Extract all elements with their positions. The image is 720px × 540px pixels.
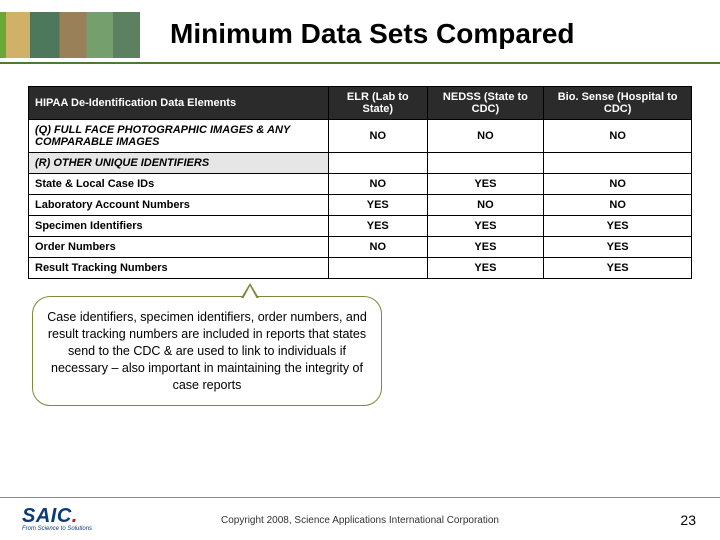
row-value: NO [427, 195, 544, 216]
row-value: YES [544, 258, 692, 279]
slide: Minimum Data Sets Compared HIPAA De-Iden… [0, 0, 720, 540]
row-value: NO [329, 174, 428, 195]
row-value: NO [544, 195, 692, 216]
logo-tagline: From Science to Solutions [22, 526, 92, 532]
row-value: NO [544, 120, 692, 153]
row-label: (Q) FULL FACE PHOTOGRAPHIC IMAGES & ANY … [29, 120, 329, 153]
row-value: YES [544, 237, 692, 258]
row-value [544, 153, 692, 174]
row-value [329, 153, 428, 174]
row-value: NO [329, 237, 428, 258]
row-label: (R) OTHER UNIQUE IDENTIFIERS [29, 153, 329, 174]
table-row: Order NumbersNOYESYES [29, 237, 692, 258]
header-elr: ELR (Lab to State) [329, 87, 428, 120]
table-row: (R) OTHER UNIQUE IDENTIFIERS [29, 153, 692, 174]
page-number: 23 [680, 512, 696, 528]
header-biosense: Bio. Sense (Hospital to CDC) [544, 87, 692, 120]
row-value: NO [329, 120, 428, 153]
comparison-table: HIPAA De-Identification Data Elements EL… [28, 86, 692, 279]
row-value: YES [544, 216, 692, 237]
bottom-rule [0, 497, 720, 498]
row-label: Specimen Identifiers [29, 216, 329, 237]
table-row: (Q) FULL FACE PHOTOGRAPHIC IMAGES & ANY … [29, 120, 692, 153]
row-label: Laboratory Account Numbers [29, 195, 329, 216]
table-header-row: HIPAA De-Identification Data Elements EL… [29, 87, 692, 120]
table-row: Laboratory Account NumbersYESNONO [29, 195, 692, 216]
banner-photo [6, 12, 140, 58]
row-value: YES [329, 216, 428, 237]
row-value: YES [427, 216, 544, 237]
row-value [329, 258, 428, 279]
top-rule [0, 62, 720, 64]
row-label: Order Numbers [29, 237, 329, 258]
row-value: NO [544, 174, 692, 195]
table-row: Specimen IdentifiersYESYESYES [29, 216, 692, 237]
row-label: Result Tracking Numbers [29, 258, 329, 279]
callout-bubble: Case identifiers, specimen identifiers, … [32, 296, 382, 406]
copyright-text: Copyright 2008, Science Applications Int… [0, 515, 720, 526]
row-value: YES [427, 237, 544, 258]
row-value: YES [329, 195, 428, 216]
table-row: State & Local Case IDsNOYESNO [29, 174, 692, 195]
row-value [427, 153, 544, 174]
slide-title: Minimum Data Sets Compared [170, 18, 700, 50]
row-value: YES [427, 174, 544, 195]
banner-image [0, 12, 140, 58]
header-nedss: NEDSS (State to CDC) [427, 87, 544, 120]
table-row: Result Tracking Numbers YESYES [29, 258, 692, 279]
row-value: YES [427, 258, 544, 279]
row-label: State & Local Case IDs [29, 174, 329, 195]
header-elements: HIPAA De-Identification Data Elements [29, 87, 329, 120]
row-value: NO [427, 120, 544, 153]
